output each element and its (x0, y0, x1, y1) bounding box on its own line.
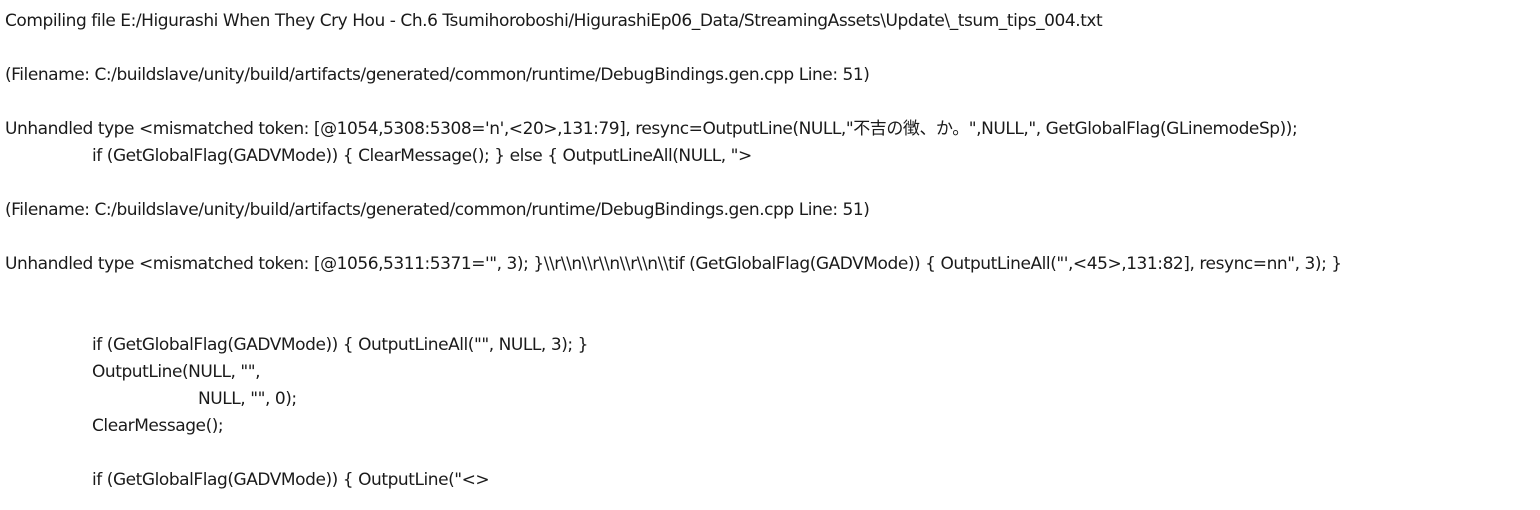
log-line-code-null-args: NULL, "", 0); (198, 389, 297, 409)
log-line-filename-2: (Filename: C:/buildslave/unity/build/art… (5, 200, 870, 220)
log-line-code-if-outputline: if (GetGlobalFlag(GADVMode)) { OutputLin… (92, 470, 490, 490)
log-line-code-outputline: OutputLine(NULL, "", (92, 362, 261, 382)
log-line-unhandled-type-1: Unhandled type <mismatched token: [@1054… (5, 119, 1298, 139)
log-line-code-clearmessage: ClearMessage(); (92, 416, 224, 436)
log-line-code-if-outputlineall: if (GetGlobalFlag(GADVMode)) { OutputLin… (92, 335, 588, 355)
log-line-filename-1: (Filename: C:/buildslave/unity/build/art… (5, 65, 870, 85)
log-line-indented-code-1: if (GetGlobalFlag(GADVMode)) { ClearMess… (92, 146, 752, 166)
log-line-compiling-file: Compiling file E:/Higurashi When They Cr… (5, 11, 1103, 31)
log-line-unhandled-type-2: Unhandled type <mismatched token: [@1056… (5, 254, 1342, 274)
